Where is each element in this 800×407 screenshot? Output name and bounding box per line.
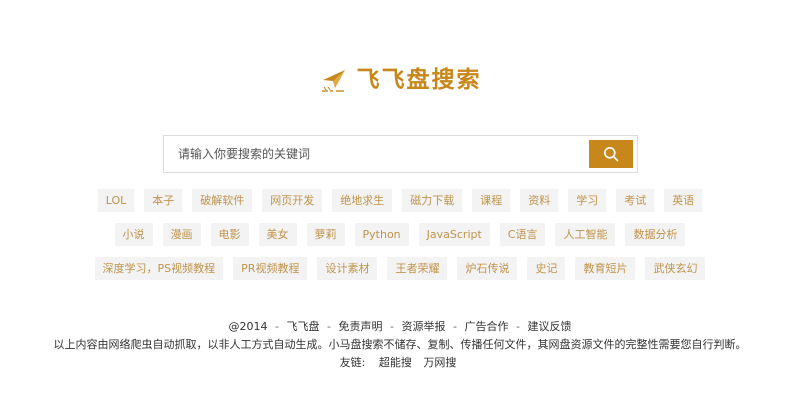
friend-link[interactable]: 超能搜 xyxy=(379,356,412,369)
tag-item[interactable]: 破解软件 xyxy=(192,189,253,212)
tag-item[interactable]: 网页开发 xyxy=(262,189,323,212)
tag-item[interactable]: 课程 xyxy=(472,189,511,212)
tag-item[interactable]: 设计素材 xyxy=(317,257,378,280)
tag-item[interactable]: 磁力下载 xyxy=(402,189,463,212)
tag-item[interactable]: 武侠玄幻 xyxy=(645,257,706,280)
tag-item[interactable]: 萝莉 xyxy=(306,223,345,246)
copyright: @2014 xyxy=(228,320,268,333)
separator: - xyxy=(275,320,280,333)
tag-item[interactable]: 教育短片 xyxy=(575,257,636,280)
search-bar xyxy=(163,135,638,173)
tag-item[interactable]: 英语 xyxy=(664,189,703,212)
friend-links-label: 友链: xyxy=(339,356,366,369)
search-button[interactable] xyxy=(589,140,633,168)
tag-item[interactable]: 考试 xyxy=(616,189,655,212)
footer: @2014 - 飞飞盘 - 免责声明 - 资源举报 - 广告合作 - 建议反馈 … xyxy=(0,318,800,372)
tag-item[interactable]: 资料 xyxy=(520,189,559,212)
separator: - xyxy=(515,320,520,333)
tag-item[interactable]: C语言 xyxy=(499,223,546,246)
tag-item[interactable]: 数据分析 xyxy=(625,223,686,246)
tag-row: 深度学习，PS视频教程 PR视频教程 设计素材 王者荣耀 炉石传说 史记 教育短… xyxy=(40,257,760,280)
tag-item[interactable]: 王者荣耀 xyxy=(387,257,448,280)
tag-item[interactable]: Python xyxy=(354,223,409,246)
tag-item[interactable]: PR视频教程 xyxy=(233,257,308,280)
tag-item[interactable]: 史记 xyxy=(527,257,566,280)
footer-link-report[interactable]: 资源举报 xyxy=(401,320,445,333)
tag-item[interactable]: 炉石传说 xyxy=(457,257,518,280)
hot-tags: LOL 本子 破解软件 网页开发 绝地求生 磁力下载 课程 资料 学习 考试 英… xyxy=(40,189,760,291)
friend-links: 友链: 超能搜 万网搜 xyxy=(0,354,800,372)
tag-item[interactable]: 电影 xyxy=(210,223,249,246)
footer-link-feedback[interactable]: 建议反馈 xyxy=(527,320,571,333)
search-icon xyxy=(604,147,619,162)
footer-link-home[interactable]: 飞飞盘 xyxy=(287,320,320,333)
tag-item[interactable]: 本子 xyxy=(144,189,183,212)
tag-item[interactable]: 小说 xyxy=(114,223,153,246)
friend-link[interactable]: 万网搜 xyxy=(423,356,456,369)
tag-item[interactable]: LOL xyxy=(97,189,135,212)
tag-item[interactable]: 学习 xyxy=(568,189,607,212)
tag-item[interactable]: 美女 xyxy=(258,223,297,246)
tag-item[interactable]: 深度学习，PS视频教程 xyxy=(94,257,224,280)
tag-item[interactable]: 人工智能 xyxy=(555,223,616,246)
footer-link-disclaimer[interactable]: 免责声明 xyxy=(339,320,383,333)
tag-item[interactable]: 绝地求生 xyxy=(332,189,393,212)
separator: - xyxy=(452,320,457,333)
tag-item[interactable]: 漫画 xyxy=(162,223,201,246)
footer-links: @2014 - 飞飞盘 - 免责声明 - 资源举报 - 广告合作 - 建议反馈 xyxy=(0,318,800,336)
tag-row: 小说 漫画 电影 美女 萝莉 Python JavaScript C语言 人工智… xyxy=(40,223,760,246)
separator: - xyxy=(327,320,331,333)
paper-plane-icon xyxy=(321,70,345,92)
site-title: 飞飞盘搜索 xyxy=(356,66,482,93)
logo[interactable]: 飞飞盘搜索 xyxy=(0,58,800,102)
disclaimer-text: 以上内容由网络爬虫自动抓取，以非人工方式自动生成。小马盘搜索不储存、复制、传播任… xyxy=(53,338,747,351)
tag-item[interactable]: JavaScript xyxy=(418,223,490,246)
search-input[interactable] xyxy=(164,136,589,172)
separator: - xyxy=(390,320,394,333)
footer-link-ads[interactable]: 广告合作 xyxy=(464,320,508,333)
tag-row: LOL 本子 破解软件 网页开发 绝地求生 磁力下载 课程 资料 学习 考试 英… xyxy=(40,189,760,212)
